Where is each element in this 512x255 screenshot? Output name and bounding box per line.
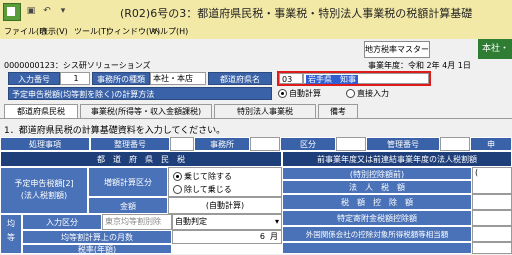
right-value6[interactable] xyxy=(472,242,512,254)
company-name: 0000000123：シス研ソリューションズ xyxy=(4,61,151,70)
office-type-label: 事務所の種類 xyxy=(92,72,150,85)
app-icon xyxy=(3,3,21,21)
right-value5[interactable] xyxy=(472,226,512,242)
kinto-label: 均 等 xyxy=(0,214,22,254)
ref-no-cell[interactable] xyxy=(170,137,194,151)
highlight-box xyxy=(277,71,431,86)
right-value3[interactable] xyxy=(472,194,512,210)
right-row6 xyxy=(282,242,472,254)
radio-auto-icon xyxy=(278,89,287,98)
input-kubun-select-value: 自動判定 xyxy=(175,217,207,226)
right-row2: 法 人 税 額 xyxy=(282,180,472,194)
opt-exclude-label: 除して乗じる xyxy=(184,185,232,194)
keisan-kubun-label: 増額計算区分 xyxy=(88,167,168,197)
right-row5: 外国関係会社の控除対象所得税額等相当額 xyxy=(282,226,472,242)
hdr-mgmt-no: 管理番号 xyxy=(366,137,440,151)
pref-name-label: 都道府県名 xyxy=(208,72,272,85)
entry-no-label: 入力番号 xyxy=(8,72,60,85)
input-kubun-select[interactable]: 自動判定 ▾ xyxy=(172,214,282,230)
undo-icon[interactable]: ↶ xyxy=(40,5,54,17)
hdr-ref-no: 整理番号 xyxy=(90,137,170,151)
fiscal-year: 事業年度：令和 2年 4月 1日 xyxy=(368,61,471,70)
save-icon[interactable]: ▣ xyxy=(24,5,38,17)
chevron-down-icon: ▾ xyxy=(274,217,279,226)
opt-exclude[interactable]: 除して乗じる xyxy=(173,184,232,195)
tab-business-tax[interactable]: 事業税(所得等・収入金額課税) xyxy=(80,104,212,118)
opt-include-icon xyxy=(173,172,182,181)
office-type-field[interactable]: 本社・本店 xyxy=(150,72,206,85)
right-row4: 特定寄附金税額控除額 xyxy=(282,210,472,226)
kingaku-cell[interactable]: (自動計算) xyxy=(168,197,282,214)
tab-divider xyxy=(0,118,512,119)
tab-remarks[interactable]: 備考 xyxy=(318,104,358,118)
section-prev-year: 前事業年度又は前連結事業年度の法人税割額 xyxy=(282,151,512,167)
tax-rate-master-button[interactable]: 地方税率マスター xyxy=(364,41,430,58)
radio-direct[interactable]: 直接入力 xyxy=(346,88,389,99)
opt-include-label: 乗じて除する xyxy=(184,172,232,181)
menu-help[interactable]: ヘルプ(H) xyxy=(152,26,188,37)
dropdown-icon[interactable]: ▾ xyxy=(56,5,70,17)
tax-method-label: 予定申告税額(均等割を除く)の計算方法 xyxy=(8,87,272,100)
input-kubun-label: 入力区分 xyxy=(22,214,102,230)
radio-auto[interactable]: 自動計算 xyxy=(278,88,321,99)
kingaku-label: 金額 xyxy=(88,197,168,214)
window-title: (R02)6号の3：都道府県民税・事業税・特別法人事業税の税額計算基礎 xyxy=(120,7,473,20)
tab-special-corp-tax[interactable]: 特別法人事業税 xyxy=(214,104,316,118)
right-value4[interactable] xyxy=(472,210,512,226)
radio-direct-label: 直接入力 xyxy=(357,89,389,98)
hdr-process: 処理事項 xyxy=(0,137,90,151)
months-unit: 月 xyxy=(270,232,278,241)
menu-view[interactable]: 表示(V) xyxy=(40,26,68,37)
office-indicator: 本社・ xyxy=(478,39,512,59)
months-value: 6 xyxy=(259,232,265,241)
menu-tools[interactable]: ツール(T) xyxy=(74,26,109,37)
section-prefectural: 都 道 府 県 民 税 xyxy=(0,151,282,167)
months-cell[interactable]: 6月 xyxy=(172,230,282,244)
entry-no-field[interactable]: 1 xyxy=(60,72,90,85)
radio-auto-label: 自動計算 xyxy=(289,89,321,98)
input-kubun-field[interactable]: 東京均等割別除 xyxy=(102,214,172,230)
right-row3: 税 額 控 除 額 xyxy=(282,194,472,210)
hdr-kubun: 区分 xyxy=(280,137,336,151)
radio-direct-icon xyxy=(346,89,355,98)
office-cell[interactable] xyxy=(250,137,280,151)
tax-rate-label: 税率(年額) xyxy=(22,244,172,254)
instruction-text: 1．都道府県民税の計算基礎資料を入力してください。 xyxy=(4,126,226,136)
opt-exclude-icon xyxy=(173,185,182,194)
right-value1[interactable]: ( xyxy=(472,167,512,194)
kubun-cell[interactable] xyxy=(336,137,366,151)
months-label: 均等割計算上の月数 xyxy=(22,230,172,244)
yotei-label: 予定申告税額[2] (法人税割額) xyxy=(0,167,88,214)
opt-include[interactable]: 乗じて除する xyxy=(173,171,232,182)
keisan-kubun-options: 乗じて除する 除して乗じる xyxy=(168,167,282,197)
toolbar xyxy=(0,39,512,60)
hdr-office: 事務所 xyxy=(194,137,250,151)
right-row1: (特別控除額前) xyxy=(282,167,472,180)
mgmt-no-cell[interactable] xyxy=(440,137,470,151)
tab-prefectural-tax[interactable]: 都道府県民税 xyxy=(4,104,78,118)
hdr-shin: 申 xyxy=(470,137,512,151)
